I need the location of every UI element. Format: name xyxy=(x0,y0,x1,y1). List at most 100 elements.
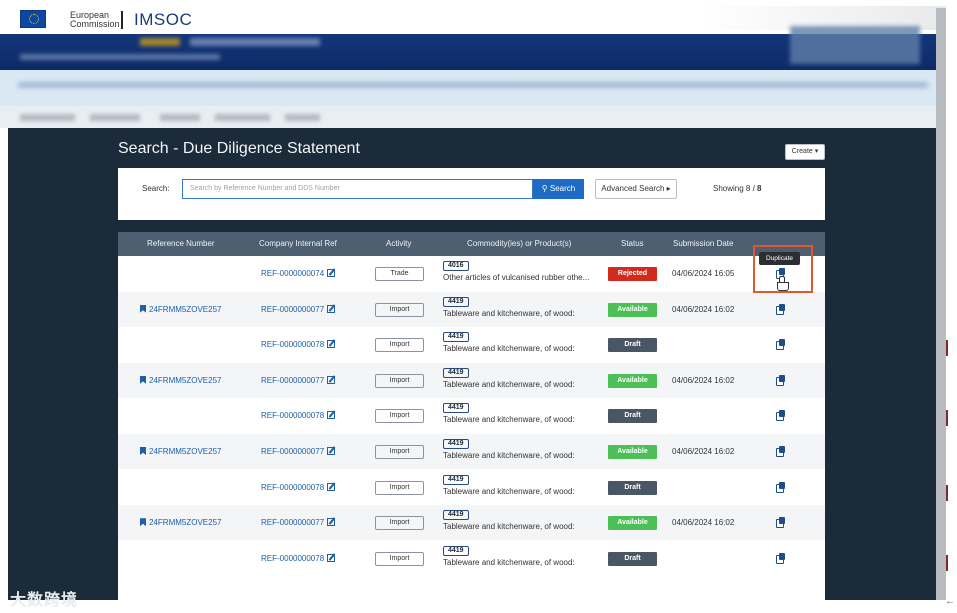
edit-icon[interactable] xyxy=(327,411,336,420)
duplicate-icon[interactable] xyxy=(776,481,786,493)
edit-icon[interactable] xyxy=(327,482,336,491)
edit-icon[interactable] xyxy=(327,553,336,562)
table-row: REF-0000000074 Trade 4016 Other articles of… xyxy=(118,256,825,291)
product-description: Tableware and kitchenware, of wood: xyxy=(443,557,575,567)
reference-number-link[interactable]: 24FRMM5ZOVE257 xyxy=(140,375,221,385)
column-header[interactable]: Activity xyxy=(386,239,411,248)
product-description: Other articles of vulcanised rubber othe… xyxy=(443,273,590,282)
nav-subitems[interactable] xyxy=(20,54,220,60)
duplicate-icon[interactable] xyxy=(776,339,786,351)
table-row: 24FRMM5ZOVE257 REF-0000000077 Import 4419 Ta… xyxy=(118,434,825,469)
product-description: Tableware and kitchenware, of wood: xyxy=(443,486,575,496)
column-header[interactable]: Status xyxy=(621,239,644,248)
notice-banner xyxy=(0,70,940,106)
reference-number-link[interactable]: 24FRMM5ZOVE257 xyxy=(140,447,221,456)
duplicate-tooltip: Duplicate xyxy=(759,252,800,265)
nav-items[interactable] xyxy=(190,38,320,46)
edge-mark xyxy=(946,340,948,356)
internal-ref-link[interactable]: REF-0000000077 xyxy=(261,375,336,385)
table-header: Reference Number Company Internal Ref Ac… xyxy=(118,232,825,256)
arrow-left-icon: ← xyxy=(945,596,955,607)
hs-code-badge: 4419 xyxy=(443,296,469,307)
activity-badge: Import xyxy=(375,302,424,317)
status-badge: Available xyxy=(608,302,657,317)
table-row: 24FRMM5ZOVE257 REF-0000000077 Import 4419 Ta… xyxy=(118,362,825,398)
app-name[interactable]: IMSOC xyxy=(134,10,192,30)
nav-item-active[interactable] xyxy=(140,38,180,46)
status-badge: Available xyxy=(608,373,657,388)
activity-badge: Import xyxy=(375,551,424,566)
status-badge: Draft xyxy=(608,409,657,424)
duplicate-icon[interactable] xyxy=(776,517,786,529)
internal-ref-link[interactable]: REF-0000000078 xyxy=(261,553,336,563)
duplicate-icon[interactable] xyxy=(776,374,786,386)
internal-ref-link[interactable]: REF-0000000074 xyxy=(261,269,336,278)
duplicate-icon[interactable] xyxy=(776,552,786,564)
results-count: Showing 8 / 8 xyxy=(713,184,762,193)
column-header[interactable]: Submission Date xyxy=(673,239,733,248)
edit-icon[interactable] xyxy=(327,340,336,349)
column-header[interactable]: Reference Number xyxy=(147,239,215,248)
create-button[interactable]: Create ▾ xyxy=(785,144,825,160)
breadcrumb-item[interactable] xyxy=(160,114,200,121)
search-button[interactable]: ⚲ Search xyxy=(533,179,584,199)
reference-number-link[interactable]: 24FRMM5ZOVE257 xyxy=(140,304,221,314)
breadcrumb-item[interactable] xyxy=(90,114,140,121)
submission-date: 04/06/2024 16:02 xyxy=(672,304,735,314)
internal-ref-link[interactable]: REF-0000000077 xyxy=(261,304,336,314)
hand-cursor-icon xyxy=(776,276,789,291)
notice-text xyxy=(18,82,928,88)
search-icon: ⚲ xyxy=(541,184,548,193)
internal-ref-link[interactable]: REF-0000000078 xyxy=(261,340,336,349)
breadcrumb-item[interactable] xyxy=(285,114,320,121)
right-margin xyxy=(946,0,957,613)
edit-icon[interactable] xyxy=(327,375,336,384)
hs-code-badge: 4016 xyxy=(443,261,469,271)
edit-icon[interactable] xyxy=(327,269,336,277)
page-title: Search - Due Diligence Statement xyxy=(118,140,360,157)
main-nav xyxy=(0,26,940,70)
column-header[interactable]: Commodity(ies) or Product(s) xyxy=(467,239,571,248)
activity-badge: Trade xyxy=(375,267,424,281)
status-badge: Draft xyxy=(608,338,657,353)
internal-ref-link[interactable]: REF-0000000077 xyxy=(261,518,336,527)
hs-code-badge: 4419 xyxy=(443,545,469,556)
activity-badge: Import xyxy=(375,409,424,424)
search-button-label: Search xyxy=(549,184,576,193)
status-badge: Available xyxy=(608,516,657,531)
org-name: European Commission xyxy=(70,10,120,29)
internal-ref-link[interactable]: REF-0000000077 xyxy=(261,447,336,456)
advanced-search-button[interactable]: Advanced Search ▸ xyxy=(595,179,677,199)
hs-code-badge: 4419 xyxy=(443,474,469,485)
status-badge: Available xyxy=(608,445,657,459)
edit-icon[interactable] xyxy=(327,447,336,455)
duplicate-icon[interactable] xyxy=(776,410,786,422)
activity-badge: Import xyxy=(375,338,424,353)
edit-icon[interactable] xyxy=(327,304,336,313)
header-divider xyxy=(121,11,123,29)
column-header[interactable]: Company Internal Ref xyxy=(259,239,337,248)
edge-mark xyxy=(946,485,948,501)
internal-ref-link[interactable]: REF-0000000078 xyxy=(261,482,336,492)
duplicate-icon[interactable] xyxy=(776,303,786,315)
breadcrumb-item[interactable] xyxy=(20,114,75,121)
reference-number-link[interactable]: 24FRMM5ZOVE257 xyxy=(140,518,221,527)
submission-date: 04/06/2024 16:05 xyxy=(672,269,735,278)
search-input[interactable]: Search by Reference Number and DDS Numbe… xyxy=(182,179,533,199)
breadcrumb-item[interactable] xyxy=(215,114,270,121)
hs-code-badge: 4419 xyxy=(443,439,469,449)
table-row: REF-0000000078 Import 4419 Tableware and ki… xyxy=(118,541,825,576)
table-row: REF-0000000078 Import 4419 Tableware and ki… xyxy=(118,470,825,505)
hs-code-badge: 4419 xyxy=(443,403,469,414)
hs-code-badge: 4419 xyxy=(443,332,469,343)
bookmark-icon xyxy=(140,447,146,455)
search-panel: Search: Search by Reference Number and D… xyxy=(118,168,825,220)
internal-ref-link[interactable]: REF-0000000078 xyxy=(261,411,336,420)
edit-icon[interactable] xyxy=(327,518,336,527)
scrollbar[interactable] xyxy=(936,8,946,600)
results-table: Reference Number Company Internal Ref Ac… xyxy=(118,232,825,600)
duplicate-icon[interactable] xyxy=(776,446,786,457)
bookmark-icon xyxy=(140,304,146,313)
breadcrumb xyxy=(0,106,940,128)
table-row: 24FRMM5ZOVE257 REF-0000000077 Import 4419 Ta… xyxy=(118,505,825,541)
